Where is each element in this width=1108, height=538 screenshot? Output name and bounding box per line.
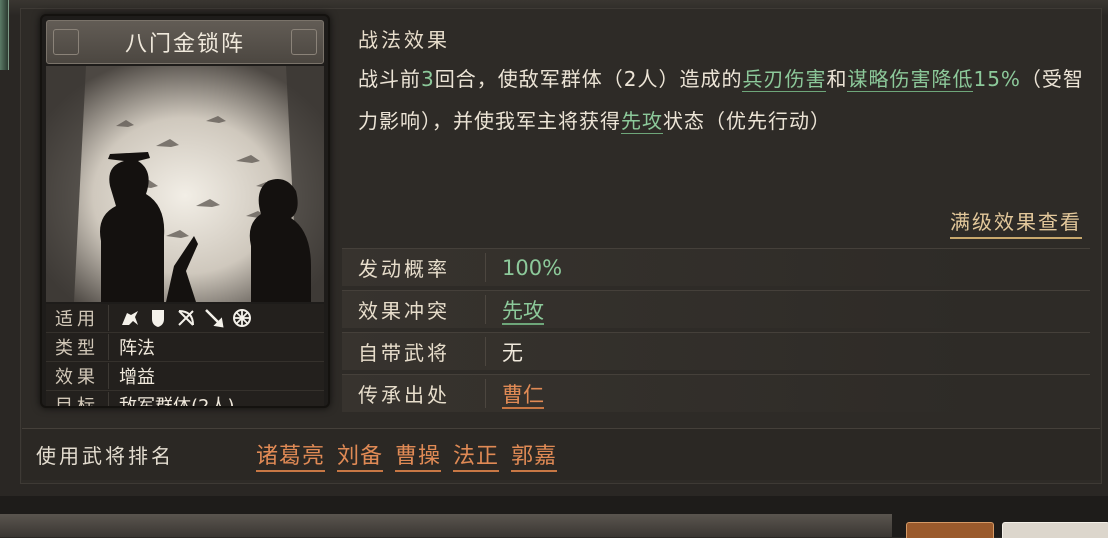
effect-title: 战法效果 [358,28,450,52]
skill-card-info: 适用 类型 阵法 效果 增益 目标 敌军群体(2人) [46,304,324,406]
info-value-target: 敌军群体(2人) [119,396,235,408]
info-row-applicable: 适用 [46,304,324,333]
attr-row-conflict: 效果冲突 先攻 [342,290,1090,328]
cavalry-icon [122,311,138,325]
bottom-button-left[interactable] [906,522,994,538]
general-link[interactable]: 郭嘉 [511,438,558,472]
attr-row-trigger-rate: 发动概率 100% [342,248,1090,286]
info-row-target: 目标 敌军群体(2人) [46,391,324,408]
general-link[interactable]: 法正 [453,438,500,472]
left-panel-edge [0,0,9,70]
info-label-target: 目标 [46,392,109,406]
info-label-applicable: 适用 [46,305,109,331]
skill-card: 八门金锁阵 适用 类型 阵法 效果 增益 目标 敌军群体(2人) [40,14,330,408]
attr-row-own-general: 自带武将 无 [342,332,1090,370]
full-level-effect-link[interactable]: 满级效果查看 [950,206,1082,239]
keyword-strategy-damage[interactable]: 谋略伤害降低 [847,67,974,92]
attr-label: 效果冲突 [342,295,486,324]
attr-value-inherit-source[interactable]: 曹仁 [502,382,544,409]
skill-name: 八门金锁阵 [124,32,245,57]
formation-scene-image [46,66,324,302]
general-link[interactable]: 曹操 [395,438,442,472]
effect-text-1: 战斗前 [358,67,421,91]
info-label-type: 类型 [46,334,109,360]
info-row-effect: 效果 增益 [46,362,324,391]
skill-card-title: 八门金锁阵 [46,20,324,64]
effect-text-3: 和 [826,67,848,91]
info-label-effect: 效果 [46,363,109,389]
attr-value-trigger-rate: 100% [502,255,563,280]
siege-icon [233,309,251,327]
attr-label: 传承出处 [342,379,486,408]
attr-value-own-general: 无 [502,340,523,365]
info-value-type: 阵法 [119,338,155,359]
keyword-weapon-damage[interactable]: 兵刃伤害 [742,67,827,92]
attr-label: 发动概率 [342,253,486,282]
general-usage-ranking: 使用武将排名 诸葛亮 刘备 曹操 法正 郭嘉 [22,428,1100,480]
usage-label: 使用武将排名 [36,444,174,468]
effect-text-2: 回合，使敌军群体（2人）造成的 [434,67,743,91]
skill-card-art [46,66,324,302]
info-value-effect: 增益 [119,367,155,388]
general-link[interactable]: 刘备 [337,438,384,472]
effect-rounds: 3 [421,67,435,91]
bottom-strip [0,514,892,537]
spear-icon [205,309,224,328]
effect-percent: 15% [973,67,1021,91]
title-ornament-right [291,29,317,55]
effect-text-5: 状态（优先行动） [663,109,831,133]
info-row-type: 类型 阵法 [46,333,324,362]
keyword-first-strike[interactable]: 先攻 [621,109,663,134]
effect-description: 战斗前3回合，使敌军群体（2人）造成的兵刃伤害和谋略伤害降低15%（受智力影响）… [358,58,1088,142]
troop-type-icons [109,307,253,329]
title-ornament-left [53,29,79,55]
bottom-button-right[interactable] [1002,522,1108,538]
archer-icon [178,310,194,326]
shield-icon [152,310,164,327]
general-link[interactable]: 诸葛亮 [256,438,326,472]
attr-label: 自带武将 [342,337,486,366]
attr-value-conflict[interactable]: 先攻 [502,298,544,325]
attr-row-inherit-source: 传承出处 曹仁 [342,374,1090,412]
